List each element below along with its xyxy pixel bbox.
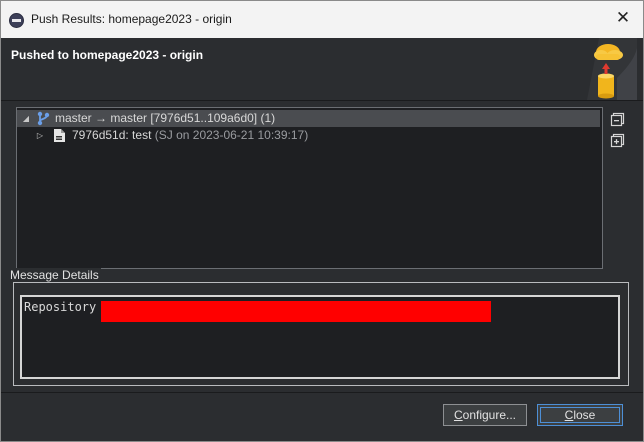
configure-mnemonic: C [453,408,463,422]
collapse-arrow-icon[interactable]: ◢ [21,110,31,127]
close-label-post: lose [573,408,596,422]
push-results-dialog: Push Results: homepage2023 - origin ✕ Pu… [0,0,644,442]
collapse-all-icon[interactable] [610,111,626,127]
message-details-legend: Message Details [9,268,101,282]
title-bar: Push Results: homepage2023 - origin ✕ [1,1,643,38]
tree-row-branch-update[interactable]: ◢ master → master [7976d51..109a6d0] (1) [17,110,600,127]
message-details-text-area[interactable]: Repository [20,295,620,379]
eclipse-app-icon [9,13,24,28]
cloud-upload-database-icon [587,38,637,100]
push-results-tree[interactable]: ◢ master → master [7976d51..109a6d0] (1)… [16,107,603,269]
banner-title: Pushed to homepage2023 - origin [11,48,204,62]
configure-button[interactable]: Configure... [443,404,527,426]
branch-icon [37,111,50,126]
close-icon[interactable]: ✕ [613,7,633,29]
expand-all-icon[interactable] [610,132,626,148]
close-mnemonic: C [564,408,574,422]
branch-update-label: master → master [7976d51..109a6d0] (1) [55,111,276,125]
commit-id-message: 7976d51d: test [72,128,152,142]
header-banner: Pushed to homepage2023 - origin [1,38,643,101]
redacted-repository-path [101,301,491,322]
expand-arrow-icon[interactable]: ▷ [35,127,45,144]
tree-row-commit[interactable]: ▷ 7976d51d: test (SJ on 2023-06-21 10:39… [17,127,600,144]
footer-separator [1,392,643,393]
window-title: Push Results: homepage2023 - origin [31,12,232,26]
commit-meta: (SJ on 2023-06-21 10:39:17) [154,128,309,142]
commit-file-icon [54,129,65,142]
message-text: Repository [24,300,97,314]
close-button[interactable]: Close [537,404,623,426]
configure-label-post: onfigure... [462,408,517,422]
commit-label: 7976d51d: test (SJ on 2023-06-21 10:39:1… [72,127,308,144]
